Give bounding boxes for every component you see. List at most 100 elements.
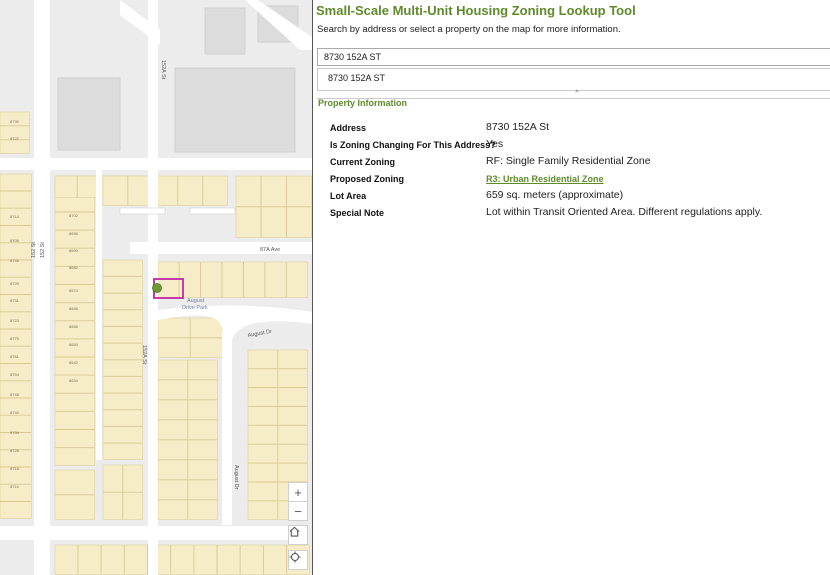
parcel — [277, 444, 308, 464]
parcel — [157, 479, 188, 500]
parcel — [261, 206, 287, 238]
parcel — [157, 379, 188, 400]
proposed-zoning-link[interactable]: R3: Urban Residential Zone — [486, 174, 604, 184]
parcel — [247, 425, 278, 445]
parcel — [247, 368, 278, 388]
zoom-in-button[interactable]: + — [288, 482, 308, 502]
lot-number-label: 8666 — [69, 306, 79, 311]
parcel — [277, 368, 308, 388]
parcel — [102, 343, 143, 360]
parcel — [247, 500, 278, 520]
street-label: August Dr — [247, 329, 272, 339]
parcel — [247, 349, 278, 369]
parcel — [247, 406, 278, 426]
parcel — [0, 139, 30, 154]
map-canvas[interactable]: 8730 8722 8714 8706 8745 8739 8731 8723 8775 8761… — [0, 0, 313, 575]
street-label: 152 St — [31, 242, 37, 258]
road — [34, 0, 50, 575]
lot-number-label: 8731 — [10, 298, 20, 303]
property-info-heading: Property Information — [318, 98, 408, 108]
parcel — [157, 499, 188, 520]
location-marker — [152, 283, 162, 293]
parcel — [286, 206, 312, 238]
parcel — [217, 544, 241, 575]
current-zoning-value: RF: Single Family Residential Zone — [486, 155, 651, 167]
parcel — [263, 544, 287, 575]
parcel — [277, 349, 308, 369]
lot-number-label: 8690 — [69, 248, 79, 253]
street-label: 152A St — [160, 60, 166, 80]
parcel — [54, 494, 95, 520]
parcel — [122, 464, 143, 493]
lot-area-label: Lot Area — [330, 191, 367, 201]
parcel — [54, 429, 95, 448]
address-value: 8730 152A St — [486, 121, 550, 133]
parcel — [54, 175, 78, 198]
parcel — [222, 261, 244, 298]
parcel — [157, 337, 191, 358]
lot-number-label: 8642 — [69, 360, 79, 365]
parcel — [277, 463, 308, 482]
lot-number-label: 8745 — [10, 258, 20, 263]
special-note-value: Lot within Transit Oriented Area. Differ… — [486, 206, 763, 218]
parcel — [0, 432, 32, 450]
parcel — [0, 191, 32, 209]
road — [96, 170, 102, 460]
parcel — [247, 444, 278, 464]
page-title: Small-Scale Multi-Unit Housing Zoning Lo… — [316, 3, 636, 18]
lot-number-label: 8761 — [10, 354, 20, 359]
parcel — [102, 359, 143, 377]
zoom-out-button[interactable]: − — [288, 501, 308, 521]
parcel — [247, 481, 278, 501]
parcel — [243, 261, 265, 298]
lot-area-value: 659 sq. meters (approximate) — [486, 189, 624, 201]
address-label: Address — [330, 123, 367, 133]
map-view[interactable]: 8730 8722 8714 8706 8745 8739 8731 8723 8775 8761… — [0, 0, 313, 575]
parcel — [187, 379, 218, 400]
road — [0, 526, 290, 540]
lot-number-label: 8710 — [10, 484, 20, 489]
parcel — [235, 206, 262, 238]
parcel — [0, 501, 32, 519]
parcel — [101, 544, 125, 575]
building-footprint — [57, 77, 121, 151]
street-label: 152A St — [141, 345, 147, 365]
parcel — [102, 393, 143, 410]
parcel — [187, 439, 218, 460]
building-footprint — [204, 7, 246, 55]
road — [119, 207, 166, 215]
address-search-input[interactable] — [317, 48, 830, 66]
lot-number-label: 8726 — [10, 448, 20, 453]
lot-number-label: 8718 — [10, 466, 20, 471]
parcel — [187, 499, 218, 520]
search-suggestion-item[interactable]: 8730 152A ST — [317, 68, 830, 91]
parcel — [157, 419, 188, 440]
parcel — [277, 387, 308, 407]
parcel — [187, 419, 218, 440]
parcel — [193, 544, 218, 575]
parcel — [102, 326, 143, 344]
lot-number-label: 8739 — [10, 281, 20, 286]
road — [189, 207, 236, 215]
park-label: August — [187, 298, 205, 304]
zoning-changing-value: Yes — [486, 138, 504, 150]
locate-button[interactable] — [288, 550, 308, 570]
lot-number-label: 8658 — [69, 324, 79, 329]
parcel — [264, 261, 287, 298]
lot-number-label: 8734 — [10, 430, 20, 435]
parcel — [54, 447, 95, 466]
parcel — [177, 175, 203, 206]
parcel — [102, 175, 128, 206]
parcel — [102, 259, 143, 277]
parcel — [102, 492, 123, 520]
lot-number-label: 8696 — [69, 231, 79, 236]
street-label: 87A Ave — [260, 247, 280, 253]
parcel — [157, 359, 188, 380]
parcel — [190, 317, 223, 338]
home-button[interactable] — [288, 525, 308, 545]
parcel — [54, 411, 95, 430]
home-icon — [289, 526, 300, 537]
parcel — [102, 464, 123, 493]
parcel — [247, 463, 278, 482]
street-label: August Dr — [233, 465, 239, 490]
